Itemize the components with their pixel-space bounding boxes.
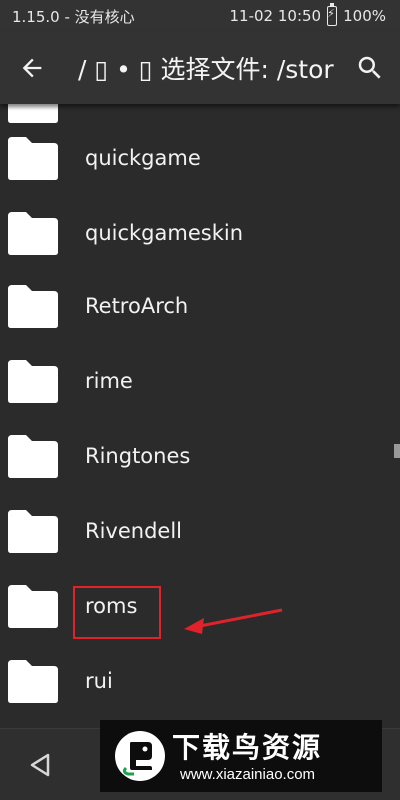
status-datetime: 11-02 10:50 (229, 7, 322, 25)
list-item[interactable]: quickgameskin (0, 199, 400, 274)
page-title: / ▯ • ▯ 选择文件: /stor (78, 55, 334, 84)
arrow-left-icon (22, 58, 42, 78)
watermark-title: 下载鸟资源 (172, 731, 323, 764)
folder-name: quickgame (85, 146, 201, 170)
scrollbar-thumb[interactable] (394, 444, 400, 458)
highlight-box (73, 586, 161, 639)
search-icon (358, 56, 381, 79)
annotation-arrow (184, 608, 283, 634)
folder-icon (8, 137, 58, 180)
folder-icon (8, 360, 58, 403)
app-bar: / ▯ • ▯ 选择文件: /stor (0, 32, 400, 104)
folder-name: rime (85, 369, 133, 393)
back-button[interactable] (12, 50, 52, 86)
watermark-url: www.xiazainiao.com (180, 766, 316, 783)
folder-name: RetroArch (85, 294, 189, 318)
bird-logo-icon (115, 731, 165, 781)
folder-icon (8, 585, 58, 628)
battery-level: 100% (343, 7, 386, 25)
nav-back-icon[interactable] (24, 749, 56, 781)
list-item[interactable]: rui (0, 647, 400, 722)
list-item[interactable]: RetroArch (0, 272, 400, 347)
list-item[interactable]: Rivendell (0, 497, 400, 572)
folder-name: rui (85, 669, 113, 693)
status-right-group: 11-02 10:50 100% (229, 3, 386, 26)
folder-name: Rivendell (85, 519, 183, 543)
folder-icon (8, 510, 58, 553)
folder-icon (8, 104, 58, 123)
watermark: 下载鸟资源 www.xiazainiao.com (100, 720, 382, 792)
status-app-info: 1.15.0 - 没有核心 (12, 8, 135, 26)
folder-name: quickgameskin (85, 221, 244, 245)
battery-icon (327, 3, 338, 26)
list-item[interactable]: Ringtones (0, 422, 400, 497)
folder-icon (8, 285, 58, 328)
search-button[interactable] (350, 50, 390, 86)
folder-icon (8, 212, 58, 255)
folder-name: Ringtones (85, 444, 191, 468)
folder-icon (8, 435, 58, 478)
folder-icon (8, 660, 58, 703)
status-bar: 1.15.0 - 没有核心 11-02 10:50 100% (0, 0, 400, 32)
list-item[interactable]: quickgame (0, 124, 400, 199)
list-item[interactable]: rime (0, 347, 400, 422)
partial-list-item[interactable] (0, 104, 400, 123)
